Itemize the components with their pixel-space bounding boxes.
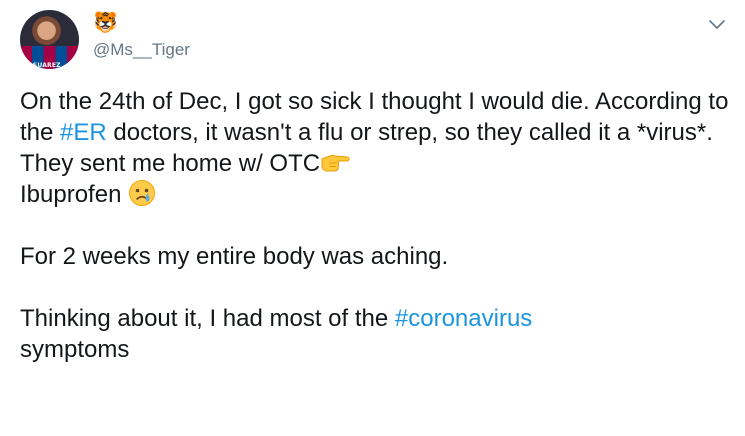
user-handle[interactable]: @Ms__Tiger [93, 39, 190, 61]
backhand-index-pointing-right-emoji [321, 155, 350, 172]
tweet-text-span: Ibuprofen [20, 181, 129, 208]
hashtag-er-link[interactable]: #ER [60, 119, 107, 146]
tweet-text-span: symptoms [20, 336, 130, 363]
tweet-text-span: doctors, it wasn't a flu or strep, so th… [20, 119, 713, 177]
avatar-caption: S SUAREZ [26, 62, 61, 69]
crying-face-emoji [129, 180, 156, 206]
tweet-paragraph: For 2 weeks my entire body was aching. [20, 243, 449, 270]
tweet-paragraph: Thinking about it, I had most of the #co… [20, 303, 730, 365]
chevron-down-icon[interactable] [706, 16, 728, 34]
tweet: S SUAREZ 🐯 @Ms__Tiger On the 24th of Dec… [0, 0, 745, 436]
hashtag-coronavirus-link[interactable]: #coronavirus [395, 305, 532, 332]
tweet-text-span: Thinking about it, I had most of the [20, 305, 395, 332]
display-name[interactable]: 🐯 [93, 11, 118, 33]
tweet-paragraph: On the 24th of Dec, I got so sick I thou… [20, 86, 730, 210]
tweet-text: On the 24th of Dec, I got so sick I thou… [20, 86, 730, 365]
avatar[interactable]: S SUAREZ [20, 10, 79, 69]
